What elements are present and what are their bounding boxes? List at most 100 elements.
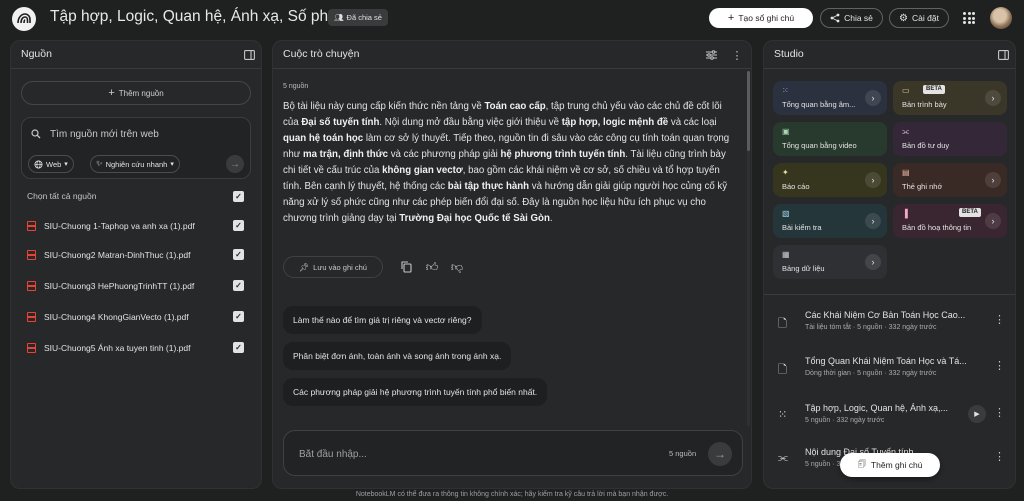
share-icon [830,13,840,23]
audio-overview-tile[interactable]: ⁙ Tổng quan bằng âm... › [773,81,887,115]
plus-icon: + [727,12,735,24]
select-all-checkbox[interactable]: ✓ [233,191,244,202]
disclaimer-footer: NotebookLM có thể đưa ra thông tin không… [355,491,669,498]
note-item[interactable]: ⁙ Tập hợp, Logic, Quan hệ, Ánh xạ,... 5 … [778,400,1008,436]
shared-badge[interactable]: 👥︎ Đã chia sẻ [328,9,388,26]
chevron-right-icon[interactable]: › [985,213,1001,229]
sparkle-search-icon: ✨︎ [96,159,103,168]
chat-summary: Bộ tài liệu này cung cấp kiến thức nền t… [283,101,730,224]
quiz-tile[interactable]: ▧ Bài kiểm tra › [773,204,887,238]
chevron-down-icon: ▾ [64,161,68,168]
apps-grid-icon[interactable] [963,12,975,24]
add-note-button[interactable]: 🗊︎ Thêm ghi chú [840,453,940,477]
beta-badge: BETA [959,208,981,217]
note-add-icon: 🗋︎ [778,364,787,376]
create-notebook-button[interactable]: + Tạo sổ ghi chú [709,8,813,28]
suggested-question[interactable]: Làm thế nào để tìm giá trị riêng và vect… [283,306,482,334]
source-item[interactable]: SIU-Chuong5 Ánh xa tuyen tinh (1).pdf [27,341,217,355]
tile-label: Tổng quan bằng âm... [782,100,856,109]
source-search-input[interactable] [50,126,240,142]
more-vert-icon[interactable]: ⋮ [994,406,1005,419]
chevron-right-icon[interactable]: › [865,213,881,229]
chevron-right-icon[interactable]: › [865,254,881,270]
source-item[interactable]: SIU-Chuong3 HePhuongTrinhTT (1).pdf [27,279,217,293]
save-to-note-label: Lưu vào ghi chú [313,262,367,272]
chat-title: Cuộc trò chuyện [283,48,360,60]
add-source-button[interactable]: + Thêm nguồn [21,81,251,105]
studio-panel: Studio ⁙ Tổng quan bằng âm... › ▭ BETA B… [763,40,1016,489]
send-button[interactable]: → [708,442,732,466]
tile-label: Thẻ ghi nhớ [902,182,943,191]
source-item-label: SIU-Chuong5 Ánh xa tuyen tinh (1).pdf [44,343,191,353]
scrollbar-thumb[interactable] [747,71,750,151]
note-title: Tổng Quan Khái Niệm Toán Học và Tá... [805,356,967,366]
source-item[interactable]: SIU-Chuong4 KhongGianVecto (1).pdf [27,310,217,324]
collapse-panel-icon[interactable] [996,48,1010,62]
source-checkbox[interactable]: ✓ [233,311,244,322]
mind-map-tile[interactable]: ⫘ Bản đồ tư duy [893,122,1007,156]
note-item[interactable]: 🗋︎ Các Khái Niệm Cơ Bản Toán Học Cao... … [778,307,1008,343]
source-item[interactable]: SIU-Chuong2 Matran-DinhThuc (1).pdf [27,248,217,262]
pdf-icon [27,343,36,353]
chat-panel: Cuộc trò chuyện ⋮ 5 nguồn Bộ tài liệu nà… [272,40,752,489]
more-vert-icon[interactable]: ⋮ [730,48,744,62]
note-add-icon: 🗋︎ [778,318,787,330]
flashcards-icon: ▤ [902,168,910,177]
source-checkbox[interactable]: ✓ [233,342,244,353]
flashcards-tile[interactable]: ▤ Thẻ ghi nhớ › [893,163,1007,197]
settings-button[interactable]: ⚙︎ Cài đặt [889,8,949,28]
chevron-right-icon[interactable]: › [985,172,1001,188]
data-table-tile[interactable]: ▦ Bảng dữ liệu › [773,245,887,279]
mind-map-icon: ⫘ [778,452,788,464]
tile-label: Tổng quan bằng video [782,141,857,150]
chat-input[interactable] [299,446,619,462]
note-icon: 🗊︎ [857,459,866,469]
report-tile[interactable]: ✦ Báo cáo › [773,163,887,197]
source-item-label: SIU-Chuong 1-Taphop va anh xa (1).pdf [44,221,195,231]
source-checkbox[interactable]: ✓ [233,220,244,231]
chevron-down-icon: ▾ [170,161,174,168]
tile-label: Bảng dữ liệu [782,264,825,273]
collapse-panel-icon[interactable] [242,48,256,62]
chevron-right-icon[interactable]: › [865,172,881,188]
suggested-question[interactable]: Phân biệt đơn ánh, toàn ánh và song ánh … [283,342,512,370]
suggested-question[interactable]: Các phương pháp giải hệ phương trình tuy… [283,378,548,406]
source-item[interactable]: SIU-Chuong 1-Taphop va anh xa (1).pdf [27,219,217,233]
save-to-note-button[interactable]: 📌︎ Lưu vào ghi chú [283,256,383,278]
more-vert-icon[interactable]: ⋮ [994,359,1005,372]
note-meta: Tài liệu tóm tắt · 5 nguồn · 332 ngày tr… [805,324,937,331]
chevron-right-icon[interactable]: › [985,90,1001,106]
slide-deck-tile[interactable]: ▭ BETA Bản trình bày › [893,81,1007,115]
plus-icon: + [108,87,115,99]
infographic-icon: ▐ [902,209,908,218]
source-checkbox[interactable]: ✓ [233,249,244,260]
tile-label: Báo cáo [782,182,810,191]
play-icon[interactable]: ▶ [968,405,986,423]
research-chip[interactable]: ✨︎ Nghiên cứu nhanh ▾ [90,155,180,173]
add-note-label: Thêm ghi chú [870,460,923,470]
pdf-icon [27,250,36,260]
thumbs-down-icon[interactable]: 👎︎ [450,260,464,274]
infographic-tile[interactable]: ▐ BETA Bản đồ hoạ thông tin › [893,204,1007,238]
more-vert-icon[interactable]: ⋮ [994,450,1005,463]
avatar[interactable] [990,7,1012,29]
notebooklm-logo-icon[interactable] [12,7,36,31]
video-overview-tile[interactable]: ▣ Tổng quan bằng video [773,122,887,156]
copy-icon[interactable] [399,260,413,274]
source-checkbox[interactable]: ✓ [233,280,244,291]
audio-wave-icon: ⁙ [778,409,788,421]
more-vert-icon[interactable]: ⋮ [994,313,1005,326]
research-chip-label: Nghiên cứu nhanh [105,159,168,169]
notebook-title[interactable]: Tập hợp, Logic, Quan hệ, Ánh xạ, Số phức [50,8,346,26]
thumbs-up-icon[interactable]: 👍︎ [425,260,439,274]
chevron-right-icon[interactable]: › [865,90,881,106]
divider [11,68,261,69]
source-item-label: SIU-Chuong4 KhongGianVecto (1).pdf [44,312,189,322]
table-icon: ▦ [782,250,790,259]
web-chip[interactable]: Web ▾ [28,155,74,173]
search-submit-button[interactable]: → [226,155,244,173]
share-button[interactable]: Chia sẻ [820,8,883,28]
note-item[interactable]: 🗋︎ Tổng Quan Khái Niệm Toán Học và Tá...… [778,353,1008,389]
tune-icon[interactable] [704,48,718,62]
pdf-icon [27,312,36,322]
